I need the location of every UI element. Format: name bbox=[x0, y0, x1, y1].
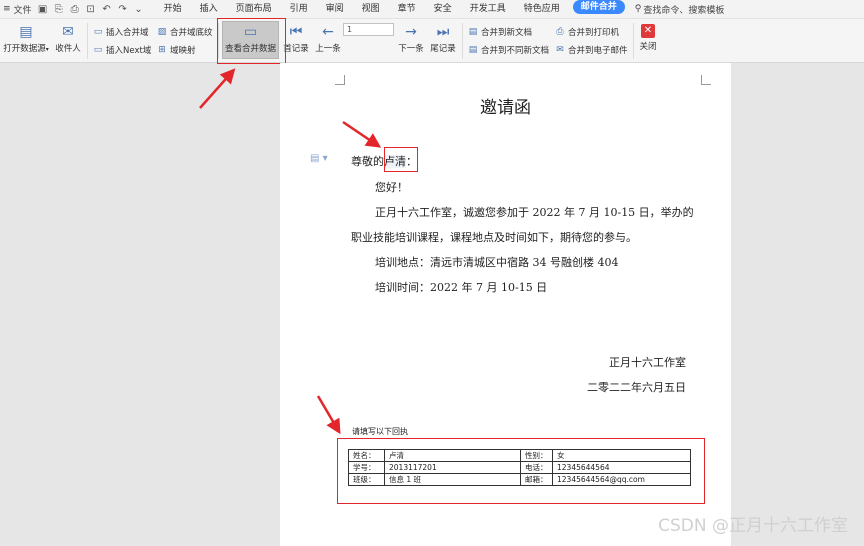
arrow-to-view-data bbox=[199, 68, 236, 109]
watermark: CSDN @正月十六工作室 bbox=[658, 516, 848, 536]
arrow-to-reply-table bbox=[316, 395, 341, 435]
annotation-arrows bbox=[199, 68, 382, 435]
arrow-to-recipient bbox=[342, 120, 382, 148]
